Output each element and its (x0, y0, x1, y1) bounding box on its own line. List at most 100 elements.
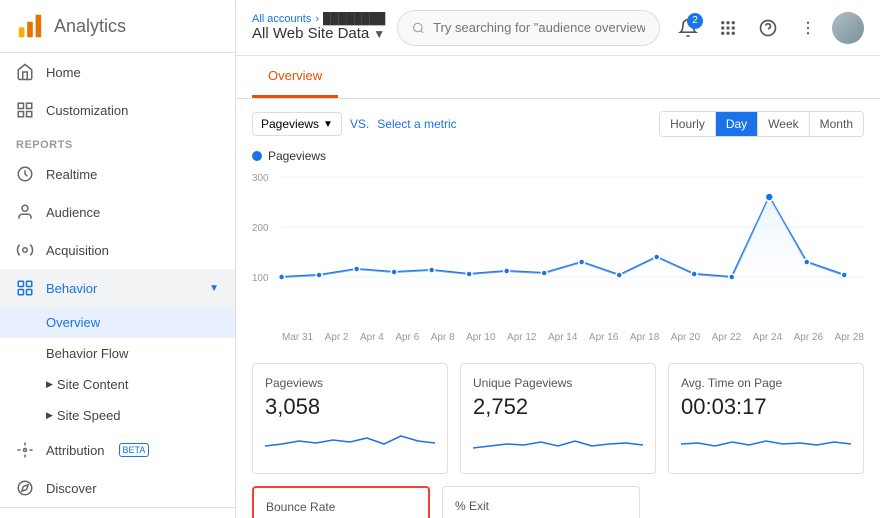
x-label-4: Apr 8 (431, 332, 455, 343)
sidebar-item-home[interactable]: Home (0, 53, 235, 91)
home-icon (16, 63, 34, 81)
x-label-12: Apr 24 (753, 332, 782, 343)
legend-dot (252, 151, 262, 161)
attribution-label: Attribution (46, 443, 105, 458)
sidebar-navigation: Home Customization REPORTS Realtime Audi… (0, 53, 235, 518)
unique-pageviews-sparkline (473, 426, 643, 456)
notification-count: 2 (687, 13, 703, 29)
main-chart: Pageviews 300 200 100 (236, 149, 880, 351)
topbar: All accounts › ████████ All Web Site Dat… (236, 0, 880, 56)
apps-icon (719, 19, 737, 37)
sidebar-item-audience[interactable]: Audience (0, 193, 235, 231)
x-label-2: Apr 4 (360, 332, 384, 343)
sidebar: Analytics Home Customization REPORTS Rea… (0, 0, 236, 518)
x-label-0: Mar 31 (282, 332, 313, 343)
vs-label: VS. (350, 117, 369, 131)
analytics-logo-icon (16, 12, 44, 40)
time-btn-hourly[interactable]: Hourly (660, 112, 716, 136)
metric-card-pageviews[interactable]: Pageviews 3,058 (252, 363, 448, 474)
acquisition-label: Acquisition (46, 243, 109, 258)
all-accounts-link[interactable]: All accounts › ████████ (252, 13, 385, 25)
chevron-right-icon: › (315, 13, 319, 25)
expand-icon-site-speed: ▶ (46, 410, 53, 421)
behavior-expand-icon: ▼ (209, 283, 219, 294)
x-label-3: Apr 6 (395, 332, 419, 343)
metric-card-unique-pageviews[interactable]: Unique Pageviews 2,752 (460, 363, 656, 474)
sidebar-subitem-behavior-flow[interactable]: Behavior Flow (0, 338, 235, 369)
main-content: All accounts › ████████ All Web Site Dat… (236, 0, 880, 518)
x-label-9: Apr 18 (630, 332, 659, 343)
search-bar[interactable] (397, 10, 660, 46)
metric-dropdown-icon: ▼ (323, 119, 333, 130)
search-input[interactable] (433, 20, 645, 35)
metric-card-exit[interactable]: % Exit 79.07% (442, 486, 640, 518)
metrics-row-1: Pageviews 3,058 Unique Pageviews 2,752 A… (236, 351, 880, 486)
time-btn-month[interactable]: Month (810, 112, 863, 136)
user-avatar[interactable] (832, 12, 864, 44)
site-selector[interactable]: All Web Site Data ▼ (252, 25, 385, 42)
avg-time-value: 00:03:17 (681, 394, 851, 420)
beta-badge: BETA (119, 443, 150, 457)
sidebar-subitem-site-speed[interactable]: ▶ Site Speed (0, 400, 235, 431)
metric-selector[interactable]: Pageviews ▼ (252, 112, 342, 136)
expand-icon-site-content: ▶ (46, 379, 53, 390)
dropdown-arrow-icon: ▼ (373, 27, 385, 41)
sidebar-item-admin[interactable]: Admin (0, 507, 235, 518)
audience-label: Audience (46, 205, 100, 220)
sidebar-item-customization[interactable]: Customization (0, 91, 235, 129)
bounce-rate-label: Bounce Rate (266, 500, 416, 514)
x-label-10: Apr 20 (671, 332, 700, 343)
sidebar-item-behavior[interactable]: Behavior ▼ (0, 269, 235, 307)
topbar-icons: 2 (672, 12, 864, 44)
avg-time-sparkline (681, 426, 851, 456)
svg-text:100: 100 (252, 273, 269, 284)
time-btn-week[interactable]: Week (758, 112, 809, 136)
chart-controls: Pageviews ▼ VS. Select a metric Hourly D… (236, 99, 880, 149)
home-label: Home (46, 65, 81, 80)
svg-text:300: 300 (252, 173, 269, 184)
x-label-14: Apr 28 (835, 332, 864, 343)
sidebar-item-attribution[interactable]: Attribution BETA (0, 431, 235, 469)
search-icon (412, 21, 425, 35)
acquisition-icon (16, 241, 34, 259)
discover-label: Discover (46, 481, 97, 496)
metric-card-bounce-rate[interactable]: Bounce Rate 87.68% (252, 486, 430, 518)
select-metric-link[interactable]: Select a metric (377, 117, 456, 131)
time-period-selector: Hourly Day Week Month (659, 111, 864, 137)
unique-pageviews-value: 2,752 (473, 394, 643, 420)
x-label-1: Apr 2 (325, 332, 349, 343)
tab-bar: Overview (236, 56, 880, 99)
help-button[interactable] (752, 12, 784, 44)
realtime-label: Realtime (46, 167, 97, 182)
more-menu-button[interactable] (792, 12, 824, 44)
x-label-7: Apr 14 (548, 332, 577, 343)
behavior-icon (16, 279, 34, 297)
metric-card-avg-time[interactable]: Avg. Time on Page 00:03:17 (668, 363, 864, 474)
apps-button[interactable] (712, 12, 744, 44)
attribution-icon (16, 441, 34, 459)
help-icon (758, 18, 778, 38)
metrics-spacer (652, 486, 864, 518)
sidebar-subitem-site-content[interactable]: ▶ Site Content (0, 369, 235, 400)
notifications-button[interactable]: 2 (672, 12, 704, 44)
sidebar-item-realtime[interactable]: Realtime (0, 155, 235, 193)
chart-legend: Pageviews (252, 149, 864, 163)
x-label-5: Apr 10 (466, 332, 495, 343)
avg-time-label: Avg. Time on Page (681, 376, 851, 390)
sidebar-item-acquisition[interactable]: Acquisition (0, 231, 235, 269)
chart-x-axis: Mar 31 Apr 2 Apr 4 Apr 6 Apr 8 Apr 10 Ap… (252, 332, 864, 343)
x-label-11: Apr 22 (712, 332, 741, 343)
reports-section-label: REPORTS (0, 129, 235, 155)
exit-label: % Exit (455, 499, 627, 513)
chart-svg: 300 200 100 (252, 167, 864, 327)
sidebar-subitem-overview[interactable]: Overview (0, 307, 235, 338)
pageviews-label: Pageviews (265, 376, 435, 390)
tab-overview[interactable]: Overview (252, 56, 338, 98)
customization-label: Customization (46, 103, 128, 118)
customization-icon (16, 101, 34, 119)
x-label-8: Apr 16 (589, 332, 618, 343)
sidebar-item-discover[interactable]: Discover (0, 469, 235, 507)
app-title: Analytics (54, 16, 126, 37)
time-btn-day[interactable]: Day (716, 112, 758, 136)
account-info: All accounts › ████████ All Web Site Dat… (252, 13, 385, 42)
